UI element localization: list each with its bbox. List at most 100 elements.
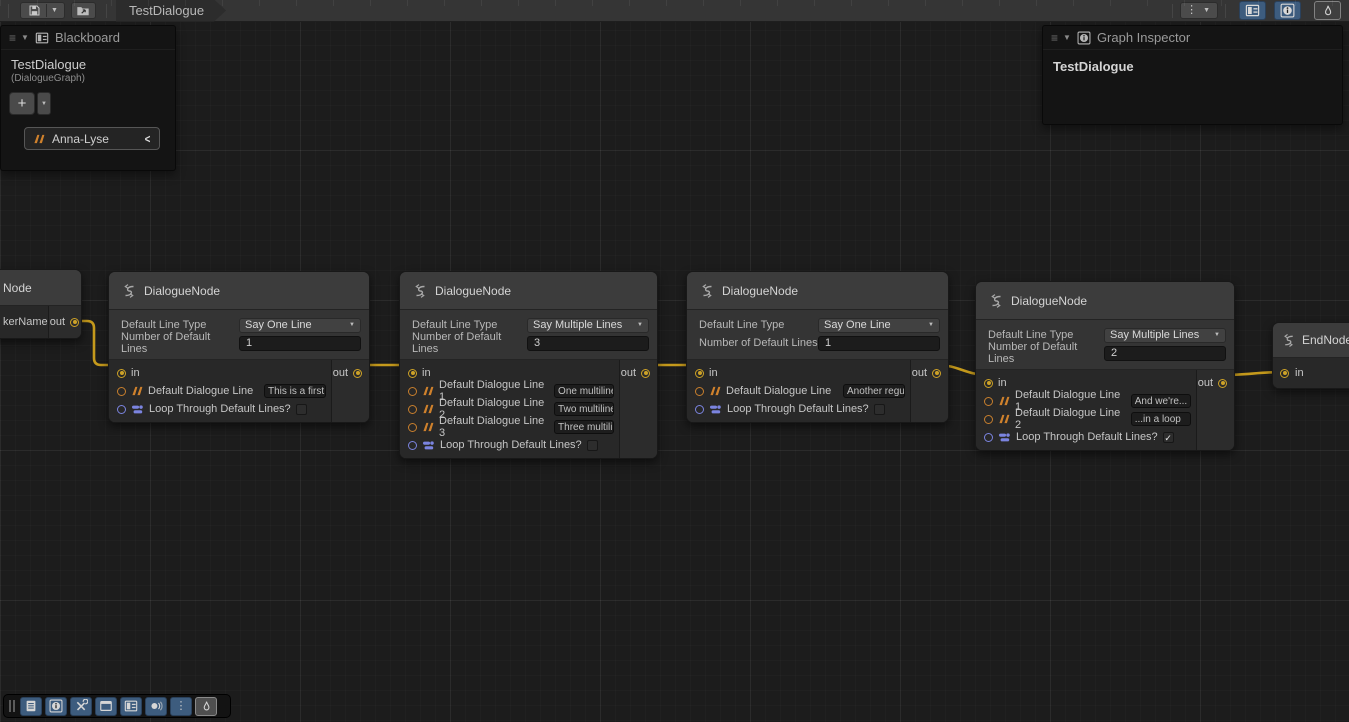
dialogue-line-input[interactable]: Two multiline xyxy=(554,402,614,416)
port-loop[interactable] xyxy=(984,433,993,442)
port-out[interactable] xyxy=(932,369,941,378)
loop-checkbox[interactable] xyxy=(587,440,598,451)
tools-button[interactable] xyxy=(70,697,92,716)
toolbar-separator xyxy=(8,4,9,18)
inspector-header[interactable]: ≡ ▼ Graph Inspector xyxy=(1043,26,1342,50)
more-options-button[interactable]: ⋮ xyxy=(170,697,192,716)
blackboard-button[interactable] xyxy=(120,697,142,716)
loop-checkbox[interactable] xyxy=(874,404,885,415)
quote-icon xyxy=(709,386,721,396)
loop-label: Loop Through Default Lines? xyxy=(440,439,582,451)
in-port-label: in xyxy=(709,367,718,379)
blackboard-title: Blackboard xyxy=(55,30,120,45)
out-port-label: out xyxy=(50,316,65,328)
dialogue-line-input[interactable]: This is a first xyxy=(264,384,326,398)
load-button[interactable] xyxy=(71,2,96,19)
line-type-label: Default Line Type xyxy=(412,319,527,331)
collapse-triangle-icon[interactable]: ▼ xyxy=(1063,33,1071,42)
dialogue-node-icon xyxy=(699,283,715,299)
dialogue-node-2[interactable]: DialogueNode Default Line Type Say Multi… xyxy=(399,271,658,459)
port-out[interactable] xyxy=(641,369,650,378)
port-loop[interactable] xyxy=(408,441,417,450)
audio-button[interactable] xyxy=(145,697,167,716)
line-type-dropdown[interactable]: Say Multiple Lines ▼ xyxy=(527,318,649,333)
notes-button[interactable] xyxy=(20,697,42,716)
port-in[interactable] xyxy=(117,369,126,378)
quote-icon xyxy=(998,414,1010,424)
node-title: DialogueNode xyxy=(722,284,798,298)
end-node-icon xyxy=(1281,333,1296,348)
port-loop[interactable] xyxy=(117,405,126,414)
add-property-button[interactable]: + xyxy=(9,92,35,115)
toggle-flame-button[interactable] xyxy=(1314,1,1341,20)
port-default-dialogue-line-1[interactable] xyxy=(408,387,417,396)
dialogue-node-3[interactable]: DialogueNode Default Line Type Say One L… xyxy=(686,271,949,423)
port-default-dialogue-line[interactable] xyxy=(117,387,126,396)
blackboard-field-anna-lyse[interactable]: Anna-Lyse < xyxy=(24,127,160,150)
port-in[interactable] xyxy=(695,369,704,378)
num-lines-input[interactable]: 1 xyxy=(818,336,940,351)
dialogue-line-label: Default Dialogue Line xyxy=(148,385,253,397)
window-icon xyxy=(99,699,113,713)
toolbar-separator xyxy=(1172,4,1173,18)
kebab-menu-button[interactable]: ⋮ xyxy=(1184,5,1199,16)
flame-button[interactable] xyxy=(195,697,217,716)
dialogue-line-input[interactable]: One multiline xyxy=(554,384,614,398)
port-default-dialogue-line[interactable] xyxy=(695,387,704,396)
line-type-label: Default Line Type xyxy=(121,319,239,331)
line-type-value: Say Multiple Lines xyxy=(533,319,637,331)
save-button-group: ▼ xyxy=(20,2,65,19)
dialogue-node-1[interactable]: DialogueNode Default Line Type Say One L… xyxy=(108,271,370,423)
num-lines-input[interactable]: 1 xyxy=(239,336,361,351)
save-dropdown-button[interactable]: ▼ xyxy=(47,7,62,14)
port-default-dialogue-line-1[interactable] xyxy=(984,397,993,406)
line-type-dropdown[interactable]: Say Multiple Lines ▼ xyxy=(1104,328,1226,343)
window-button[interactable] xyxy=(95,697,117,716)
port-default-dialogue-line-2[interactable] xyxy=(984,415,993,424)
toggle-blackboard-button[interactable] xyxy=(1239,1,1266,20)
loop-label: Loop Through Default Lines? xyxy=(1016,431,1158,443)
line-type-dropdown[interactable]: Say One Line ▼ xyxy=(239,318,361,333)
drag-handle-icon[interactable]: ≡ xyxy=(9,31,15,45)
node-title: DialogueNode xyxy=(144,284,220,298)
port-out[interactable] xyxy=(70,318,79,327)
num-lines-input[interactable]: 3 xyxy=(527,336,649,351)
blackboard-icon xyxy=(124,699,138,713)
num-lines-input[interactable]: 2 xyxy=(1104,346,1226,361)
start-node[interactable]: Node kerName out xyxy=(0,269,82,339)
graph-tab[interactable]: TestDialogue xyxy=(116,0,226,22)
out-port-label: out xyxy=(333,367,348,379)
dialogue-line-input[interactable]: Three multilin xyxy=(554,420,614,434)
inspector-button[interactable] xyxy=(45,697,67,716)
drag-handle-icon[interactable]: ≡ xyxy=(1051,31,1057,45)
collapse-triangle-icon[interactable]: ▼ xyxy=(21,33,29,42)
end-node[interactable]: EndNode in xyxy=(1272,322,1349,389)
port-out[interactable] xyxy=(1218,379,1227,388)
dialogue-line-input[interactable]: ...in a loop xyxy=(1131,412,1191,426)
dialogue-line-input[interactable]: Another regu xyxy=(843,384,905,398)
field-collapse-chevron[interactable]: < xyxy=(145,132,151,146)
dialogue-line-input[interactable]: And we're... xyxy=(1131,394,1191,408)
loop-checkbox[interactable]: ✓ xyxy=(1163,432,1174,443)
toolbar-drag-handle[interactable] xyxy=(9,700,15,712)
toggle-inspector-button[interactable] xyxy=(1274,1,1301,20)
port-default-dialogue-line-3[interactable] xyxy=(408,423,417,432)
port-in[interactable] xyxy=(1280,369,1289,378)
dialogue-node-icon xyxy=(121,283,137,299)
add-property-dropdown[interactable]: ▼ xyxy=(37,92,51,115)
node-title: Node xyxy=(3,281,32,295)
bottom-toolbar: ⋮ xyxy=(3,694,231,718)
port-in[interactable] xyxy=(984,379,993,388)
options-dropdown-button[interactable]: ▼ xyxy=(1199,7,1214,14)
line-type-dropdown[interactable]: Say One Line ▼ xyxy=(818,318,940,333)
port-out[interactable] xyxy=(353,369,362,378)
dialogue-node-4[interactable]: DialogueNode Default Line Type Say Multi… xyxy=(975,281,1235,451)
save-button[interactable] xyxy=(23,4,46,17)
dialogue-line-label: Default Dialogue Line 3 xyxy=(439,415,549,439)
loop-checkbox[interactable] xyxy=(296,404,307,415)
port-default-dialogue-line-2[interactable] xyxy=(408,405,417,414)
blackboard-header[interactable]: ≡ ▼ Blackboard xyxy=(1,26,175,50)
blackboard-panel: ≡ ▼ Blackboard TestDialogue (DialogueGra… xyxy=(0,25,176,171)
port-loop[interactable] xyxy=(695,405,704,414)
port-in[interactable] xyxy=(408,369,417,378)
